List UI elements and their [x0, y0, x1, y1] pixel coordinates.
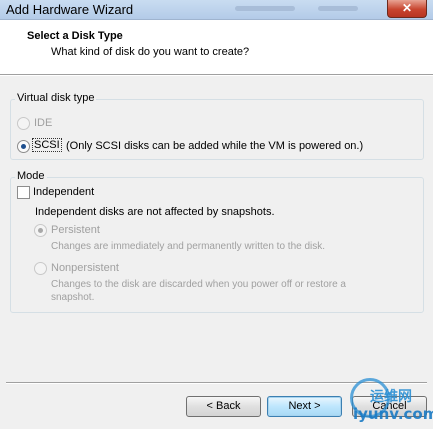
scsi-radio[interactable] — [17, 140, 30, 153]
watermark-url: iyunv.com — [353, 405, 433, 423]
watermark-text: 运维网 — [370, 389, 412, 405]
back-button[interactable]: < Back — [186, 396, 261, 417]
ide-radio[interactable] — [17, 117, 30, 130]
persistent-radio[interactable] — [34, 224, 47, 237]
title-bar: Add Hardware Wizard ✕ — [0, 0, 433, 20]
close-button[interactable]: ✕ — [387, 0, 427, 18]
blurred-region — [318, 6, 358, 11]
ide-label: IDE — [34, 117, 53, 129]
blurred-region — [235, 6, 295, 11]
page-subtitle: What kind of disk do you want to create? — [51, 46, 250, 58]
nonpersistent-label: Nonpersistent — [51, 262, 119, 274]
scsi-label: SCSI — [32, 138, 62, 152]
independent-checkbox[interactable] — [17, 186, 30, 199]
nonpersistent-radio[interactable] — [34, 262, 47, 275]
persistent-description: Changes are immediately and permanently … — [51, 241, 326, 252]
virtual-disk-type-legend: Virtual disk type — [15, 92, 97, 104]
persistent-label: Persistent — [51, 224, 100, 236]
independent-label: Independent — [33, 186, 95, 198]
scsi-note: (Only SCSI disks can be added while the … — [66, 140, 364, 152]
wizard-body: Virtual disk type IDE SCSI (Only SCSI di… — [0, 76, 433, 429]
window-title: Add Hardware Wizard — [6, 2, 134, 17]
independent-description: Independent disks are not affected by sn… — [35, 206, 275, 218]
next-button[interactable]: Next > — [267, 396, 342, 417]
wizard-header: Select a Disk Type What kind of disk do … — [0, 20, 433, 75]
page-title: Select a Disk Type — [27, 30, 123, 42]
mode-legend: Mode — [15, 170, 47, 182]
nonpersistent-description: Changes to the disk are discarded when y… — [51, 279, 346, 303]
